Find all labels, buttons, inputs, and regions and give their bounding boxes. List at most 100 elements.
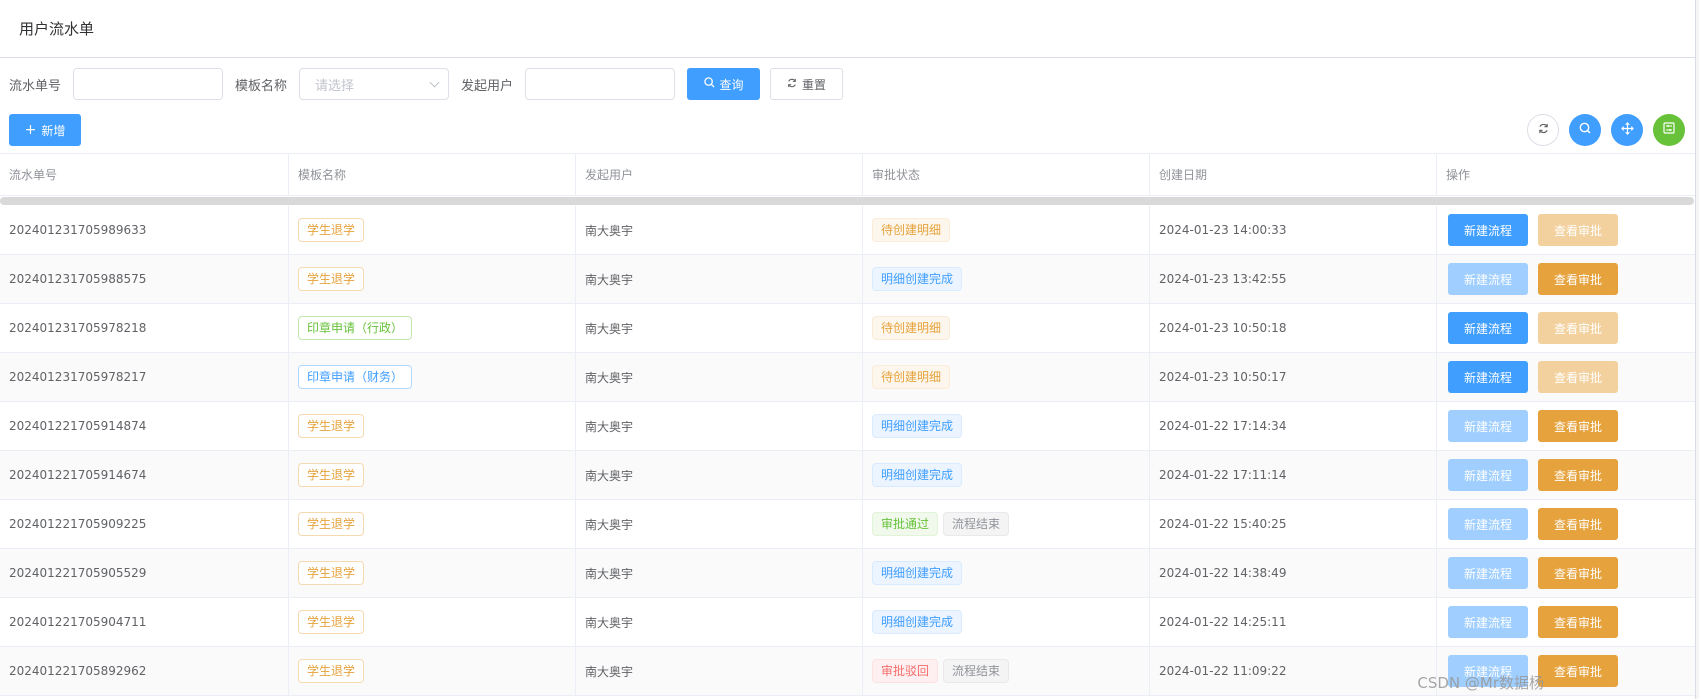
table-row[interactable]: 202401221705914674 学生退学 南大奥宇 明细创建完成 2024… — [0, 451, 1696, 500]
toggle-search-button[interactable] — [1569, 114, 1601, 146]
view-approval-button[interactable]: 查看审批 — [1538, 459, 1618, 491]
status-cell: 明细创建完成 — [863, 549, 1150, 597]
initiator-cell: 南大奥宇 — [576, 500, 863, 548]
status-cell: 待创建明细 — [863, 206, 1150, 254]
refresh-icon — [787, 78, 797, 91]
header-date[interactable]: 创建日期 — [1150, 154, 1437, 195]
table-row[interactable]: 202401231705989633 学生退学 南大奥宇 待创建明细 2024-… — [0, 206, 1696, 255]
initiator-cell: 南大奥宇 — [576, 255, 863, 303]
status-tag: 待创建明细 — [872, 365, 951, 389]
table-row[interactable]: 202401231705988575 学生退学 南大奥宇 明细创建完成 2024… — [0, 255, 1696, 304]
table-row[interactable]: 202401231705978218 印章申请（行政） 南大奥宇 待创建明细 2… — [0, 304, 1696, 353]
view-approval-button[interactable]: 查看审批 — [1538, 508, 1618, 540]
template-tag: 学生退学 — [298, 267, 365, 291]
template-cell: 学生退学 — [289, 206, 576, 254]
plus-icon: + — [24, 122, 37, 138]
table-row[interactable]: 202401221705905529 学生退学 南大奥宇 明细创建完成 2024… — [0, 549, 1696, 598]
status-cell: 待创建明细 — [863, 353, 1150, 401]
new-flow-button[interactable]: 新建流程 — [1448, 361, 1528, 393]
refresh-table-button[interactable] — [1527, 114, 1559, 146]
actions-cell: 新建流程 查看审批 — [1437, 206, 1696, 254]
new-flow-button[interactable]: 新建流程 — [1448, 263, 1528, 295]
header-actions: 操作 — [1446, 168, 1471, 182]
status-cell: 明细创建完成 — [863, 451, 1150, 499]
columns-button[interactable] — [1653, 114, 1685, 146]
header-status[interactable]: 审批状态 — [863, 154, 1150, 195]
horizontal-scrollbar[interactable] — [0, 197, 1694, 205]
actions-cell: 新建流程 查看审批 — [1437, 598, 1696, 646]
initiator-cell: 南大奥宇 — [576, 598, 863, 646]
serial-table: 流水单号 模板名称 发起用户 审批状态 创建日期 操作 202401231705… — [0, 153, 1696, 696]
date-cell: 2024-01-22 17:14:34 — [1150, 402, 1437, 450]
new-flow-button[interactable]: 新建流程 — [1448, 312, 1528, 344]
status-cell: 待创建明细 — [863, 304, 1150, 352]
initiator-input[interactable] — [525, 68, 676, 100]
serial-cell: 202401221705914874 — [0, 402, 289, 450]
template-cell: 印章申请（财务） — [289, 353, 576, 401]
header-template[interactable]: 模板名称 — [289, 154, 576, 195]
table-row[interactable]: 202401221705914874 学生退学 南大奥宇 明细创建完成 2024… — [0, 402, 1696, 451]
new-flow-button[interactable]: 新建流程 — [1448, 214, 1528, 246]
view-approval-button[interactable]: 查看审批 — [1538, 214, 1618, 246]
template-label: 模板名称 — [235, 78, 288, 94]
status-tag: 明细创建完成 — [872, 610, 963, 634]
serial-cell: 202401221705904711 — [0, 598, 289, 646]
date-cell: 2024-01-23 10:50:17 — [1150, 353, 1437, 401]
view-approval-button[interactable]: 查看审批 — [1538, 312, 1618, 344]
add-button[interactable]: + 新增 — [9, 114, 81, 146]
header-serial[interactable]: 流水单号 — [0, 154, 289, 195]
table-toolbar: + 新增 — [0, 109, 1699, 151]
query-button[interactable]: 查询 — [687, 68, 761, 100]
template-tag: 学生退学 — [298, 218, 365, 242]
template-select[interactable]: 请选择 — [299, 68, 450, 100]
serial-input[interactable] — [73, 68, 224, 100]
new-flow-button[interactable]: 新建流程 — [1448, 606, 1528, 638]
new-flow-button[interactable]: 新建流程 — [1448, 459, 1528, 491]
actions-cell: 新建流程 查看审批 — [1437, 549, 1696, 597]
header-initiator[interactable]: 发起用户 — [576, 154, 863, 195]
view-approval-button[interactable]: 查看审批 — [1538, 655, 1618, 687]
view-approval-button[interactable]: 查看审批 — [1538, 410, 1618, 442]
status-cell: 明细创建完成 — [863, 402, 1150, 450]
date-cell: 2024-01-23 14:00:33 — [1150, 206, 1437, 254]
date-cell: 2024-01-22 14:38:49 — [1150, 549, 1437, 597]
status-cell: 审批驳回 流程结束 — [863, 647, 1150, 695]
view-approval-button[interactable]: 查看审批 — [1538, 263, 1618, 295]
actions-cell: 新建流程 查看审批 — [1437, 402, 1696, 450]
page-header: 用户流水单 — [0, 0, 1699, 58]
serial-cell: 202401231705988575 — [0, 255, 289, 303]
template-cell: 学生退学 — [289, 598, 576, 646]
template-cell: 学生退学 — [289, 402, 576, 450]
vertical-scrollbar[interactable] — [1695, 0, 1699, 699]
initiator-label: 发起用户 — [461, 78, 514, 94]
move-icon — [1620, 121, 1634, 139]
status-tag: 流程结束 — [943, 512, 1010, 536]
template-select-placeholder: 请选择 — [315, 78, 355, 94]
table-row[interactable]: 202401221705904711 学生退学 南大奥宇 明细创建完成 2024… — [0, 598, 1696, 647]
status-tag: 明细创建完成 — [872, 414, 963, 438]
table-row[interactable]: 202401231705978217 印章申请（财务） 南大奥宇 待创建明细 2… — [0, 353, 1696, 402]
watermark: CSDN @Mr数据杨 — [1417, 674, 1544, 692]
status-tag: 审批驳回 — [872, 659, 939, 683]
status-tag: 待创建明细 — [872, 316, 951, 340]
date-cell: 2024-01-22 15:40:25 — [1150, 500, 1437, 548]
initiator-cell: 南大奥宇 — [576, 647, 863, 695]
drag-button[interactable] — [1611, 114, 1643, 146]
reset-button[interactable]: 重置 — [770, 68, 844, 100]
view-approval-button[interactable]: 查看审批 — [1538, 606, 1618, 638]
view-approval-button[interactable]: 查看审批 — [1538, 557, 1618, 589]
date-cell: 2024-01-22 11:09:22 — [1150, 647, 1437, 695]
new-flow-button[interactable]: 新建流程 — [1448, 557, 1528, 589]
initiator-cell: 南大奥宇 — [576, 451, 863, 499]
refresh-icon — [1538, 123, 1549, 138]
initiator-cell: 南大奥宇 — [576, 206, 863, 254]
table-tools — [1527, 114, 1685, 146]
view-approval-button[interactable]: 查看审批 — [1538, 361, 1618, 393]
table-row[interactable]: 202401221705909225 学生退学 南大奥宇 审批通过 流程结束 20… — [0, 500, 1696, 549]
columns-icon — [1663, 122, 1675, 138]
search-form: 流水单号 模板名称 请选择 发起用户 查询 重置 — [0, 59, 1699, 109]
serial-cell: 202401231705978218 — [0, 304, 289, 352]
new-flow-button[interactable]: 新建流程 — [1448, 508, 1528, 540]
serial-cell: 202401221705905529 — [0, 549, 289, 597]
new-flow-button[interactable]: 新建流程 — [1448, 410, 1528, 442]
